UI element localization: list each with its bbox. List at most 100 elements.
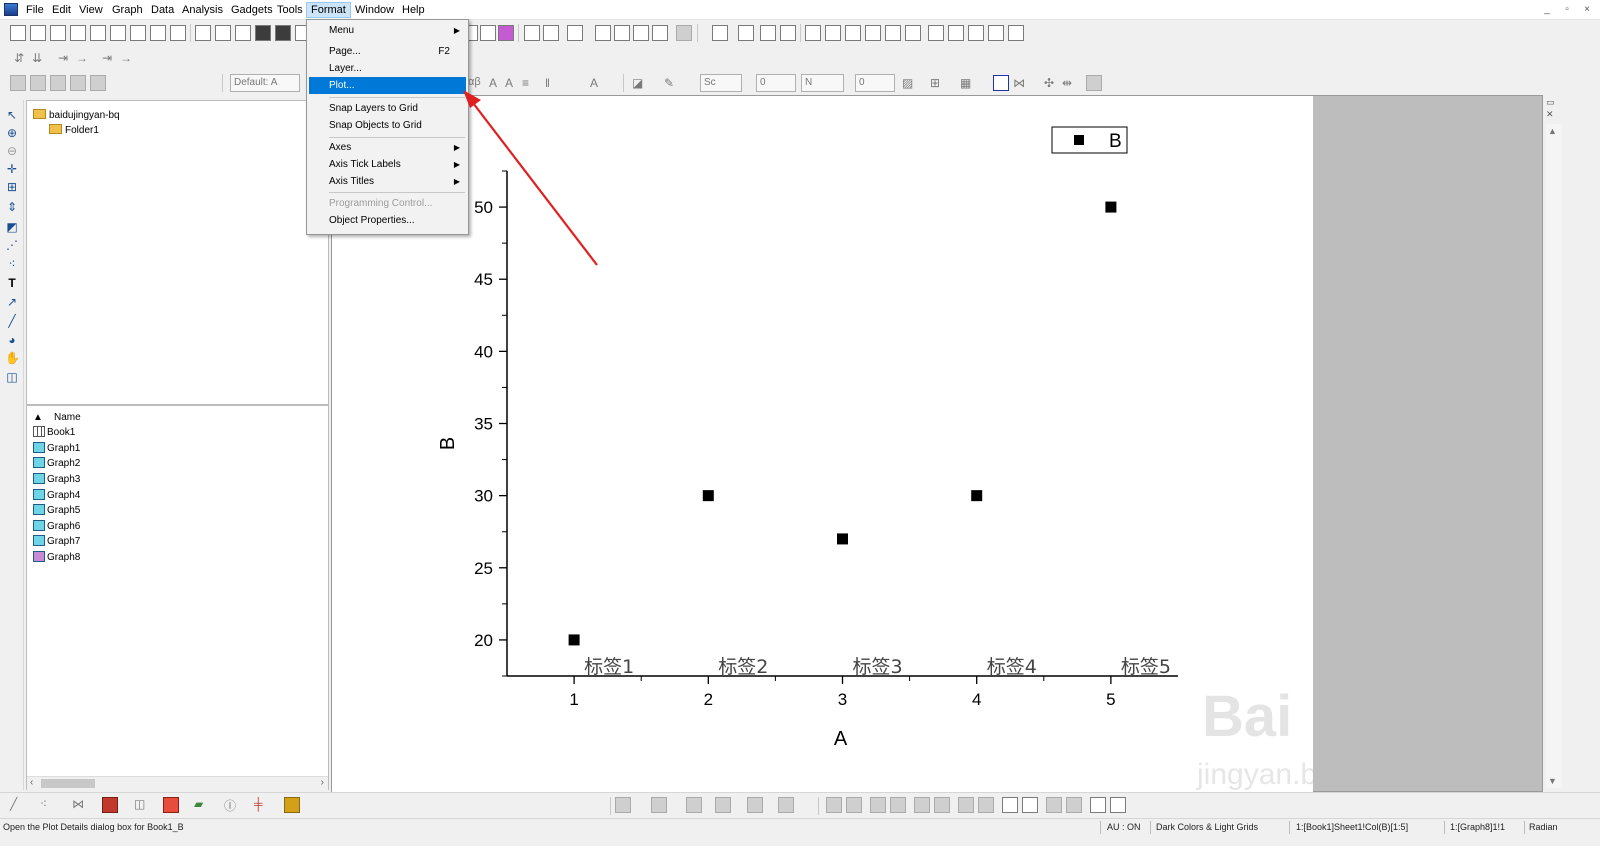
top-x-axis-icon[interactable] bbox=[825, 25, 841, 41]
layer-new-icon[interactable] bbox=[738, 25, 754, 41]
hand-tool-icon[interactable]: ✋ bbox=[5, 351, 20, 365]
list-item[interactable]: Book1 bbox=[33, 426, 75, 440]
copy-page-icon[interactable] bbox=[480, 25, 496, 41]
list-item[interactable]: Graph2 bbox=[33, 457, 80, 471]
fill-pattern-combo[interactable]: N bbox=[801, 74, 844, 92]
template-library-icon[interactable] bbox=[284, 797, 300, 813]
arrow-down-icon[interactable]: ⇵ bbox=[14, 51, 24, 65]
shape-tool-icon[interactable]: ◕ bbox=[5, 333, 19, 347]
zoom-out-icon[interactable]: ⊖ bbox=[5, 144, 19, 158]
pointer-icon[interactable]: ↖ bbox=[5, 108, 19, 122]
save-project-icon[interactable] bbox=[255, 25, 271, 41]
list-item[interactable]: Graph4 bbox=[33, 489, 80, 503]
line-plot-icon[interactable]: ╱ bbox=[10, 797, 17, 811]
menu-item-axes[interactable]: Axes ▶ bbox=[309, 139, 466, 156]
menu-analysis[interactable]: Analysis bbox=[178, 2, 227, 18]
right-y-axis-icon[interactable] bbox=[845, 25, 861, 41]
new-excel-icon[interactable] bbox=[70, 25, 86, 41]
mask-icon[interactable] bbox=[993, 75, 1009, 91]
timestamp-icon[interactable] bbox=[988, 25, 1004, 41]
arrange-icon[interactable] bbox=[50, 75, 66, 91]
group-objects-icon[interactable] bbox=[1002, 797, 1018, 813]
new-function-icon[interactable] bbox=[130, 25, 146, 41]
arrow-tool-icon[interactable]: ↗ bbox=[5, 295, 19, 309]
menu-edit[interactable]: Edit bbox=[48, 2, 75, 18]
minimize-icon[interactable]: _ bbox=[1540, 4, 1554, 15]
ungroup-icon[interactable] bbox=[90, 75, 106, 91]
arrow-down2-icon[interactable]: ⇊ bbox=[32, 51, 42, 65]
size-icon[interactable] bbox=[1046, 797, 1062, 813]
open-template-icon[interactable] bbox=[215, 25, 231, 41]
bottom-x-axis-icon[interactable] bbox=[805, 25, 821, 41]
text-tool-icon[interactable]: T bbox=[5, 276, 19, 290]
vertical-scrollbar[interactable]: ▲ ▼ bbox=[1546, 124, 1562, 788]
size2-icon[interactable] bbox=[1066, 797, 1082, 813]
data-reader-icon[interactable]: ⇕ bbox=[5, 200, 19, 214]
list-header-name[interactable]: ▲ Name bbox=[33, 412, 81, 423]
open-icon[interactable] bbox=[195, 25, 211, 41]
3d-surface-icon[interactable] bbox=[651, 797, 667, 813]
3d-wire-icon[interactable] bbox=[715, 797, 731, 813]
scroll-down-icon[interactable]: ▼ bbox=[1548, 776, 1557, 786]
menu-item-snap-objects[interactable]: Snap Objects to Grid bbox=[309, 117, 466, 134]
line-tool-icon[interactable]: ╱ bbox=[5, 314, 19, 328]
3d-bars-icon[interactable] bbox=[686, 797, 702, 813]
arrow-right3-icon[interactable]: ⇥ bbox=[102, 51, 112, 65]
align-hcenter-icon[interactable] bbox=[934, 797, 950, 813]
list-item[interactable]: Graph6 bbox=[33, 520, 80, 534]
grid-icon[interactable]: ⊞ bbox=[930, 76, 940, 90]
scrollbar-thumb[interactable] bbox=[41, 779, 95, 788]
3d-matrix-icon[interactable] bbox=[747, 797, 763, 813]
tree-root[interactable]: baidujingyan-bq bbox=[33, 109, 120, 123]
menu-item-page[interactable]: Page... F2 bbox=[309, 43, 466, 60]
column-icon[interactable]: ‖ bbox=[545, 76, 550, 90]
menu-help[interactable]: Help bbox=[398, 2, 429, 18]
new-notes-icon[interactable] bbox=[170, 25, 186, 41]
list-item[interactable]: Graph8 bbox=[33, 551, 80, 565]
restore-icon[interactable]: ▫ bbox=[1560, 4, 1574, 15]
menu-file[interactable]: File bbox=[22, 2, 48, 18]
align-left-icon[interactable] bbox=[826, 797, 842, 813]
project-explorer-icon[interactable] bbox=[567, 25, 583, 41]
status-angle[interactable]: Radian bbox=[1529, 822, 1558, 832]
script-window-icon[interactable] bbox=[524, 25, 540, 41]
close-icon[interactable]: ✕ bbox=[1546, 109, 1558, 119]
align-icon[interactable]: ≡ bbox=[522, 76, 529, 90]
fill-width-combo[interactable]: 0 bbox=[855, 74, 895, 92]
pie-plot-icon[interactable]: ▰ bbox=[194, 797, 203, 811]
scatter-plot-icon[interactable]: ⁖ bbox=[40, 797, 47, 811]
column-plot-icon[interactable] bbox=[102, 797, 118, 813]
menu-view[interactable]: View bbox=[75, 2, 107, 18]
frame-icon[interactable] bbox=[1090, 797, 1106, 813]
new-matrix-icon[interactable] bbox=[110, 25, 126, 41]
list-item[interactable]: Graph1 bbox=[33, 442, 80, 456]
menu-item-snap-layers[interactable]: Snap Layers to Grid bbox=[309, 100, 466, 117]
open-excel-icon[interactable] bbox=[235, 25, 251, 41]
arrow-right4-icon[interactable]: → bbox=[120, 51, 132, 65]
new-graph-icon[interactable] bbox=[90, 25, 106, 41]
menu-item-menu[interactable]: Menu ▶ bbox=[309, 22, 466, 39]
menu-data[interactable]: Data bbox=[147, 2, 178, 18]
scatter-chart[interactable]: Bai 经验 jingyan.baidu.com 123452025303540… bbox=[332, 96, 1313, 793]
front-icon[interactable] bbox=[958, 797, 974, 813]
scroll-left-icon[interactable]: ‹ bbox=[30, 777, 33, 788]
menu-item-axis-titles[interactable]: Axis Titles ▶ bbox=[309, 173, 466, 190]
app-logo-icon[interactable] bbox=[4, 3, 18, 16]
bar-plot-icon[interactable] bbox=[163, 797, 179, 813]
menu-item-object-properties[interactable]: Object Properties... bbox=[309, 212, 466, 229]
layer-icon[interactable] bbox=[10, 75, 26, 91]
duplicate-icon[interactable] bbox=[498, 25, 514, 41]
align-right-icon[interactable] bbox=[846, 797, 862, 813]
menu-gadgets[interactable]: Gadgets bbox=[227, 2, 277, 18]
align-top-icon[interactable] bbox=[870, 797, 886, 813]
region-zoom-icon[interactable]: ◫ bbox=[5, 370, 19, 384]
color-scale-icon[interactable] bbox=[968, 25, 984, 41]
inset-layer3-icon[interactable] bbox=[905, 25, 921, 41]
line-width-combo[interactable]: 0 bbox=[756, 74, 796, 92]
menu-tools[interactable]: Tools bbox=[273, 2, 307, 18]
arrange-layers-icon[interactable] bbox=[780, 25, 796, 41]
move-icon[interactable]: ✣ bbox=[1044, 76, 1054, 90]
menu-graph[interactable]: Graph bbox=[108, 2, 147, 18]
font-color-icon[interactable]: A bbox=[590, 76, 598, 90]
regional-mask-icon[interactable]: ◩ bbox=[5, 220, 19, 234]
